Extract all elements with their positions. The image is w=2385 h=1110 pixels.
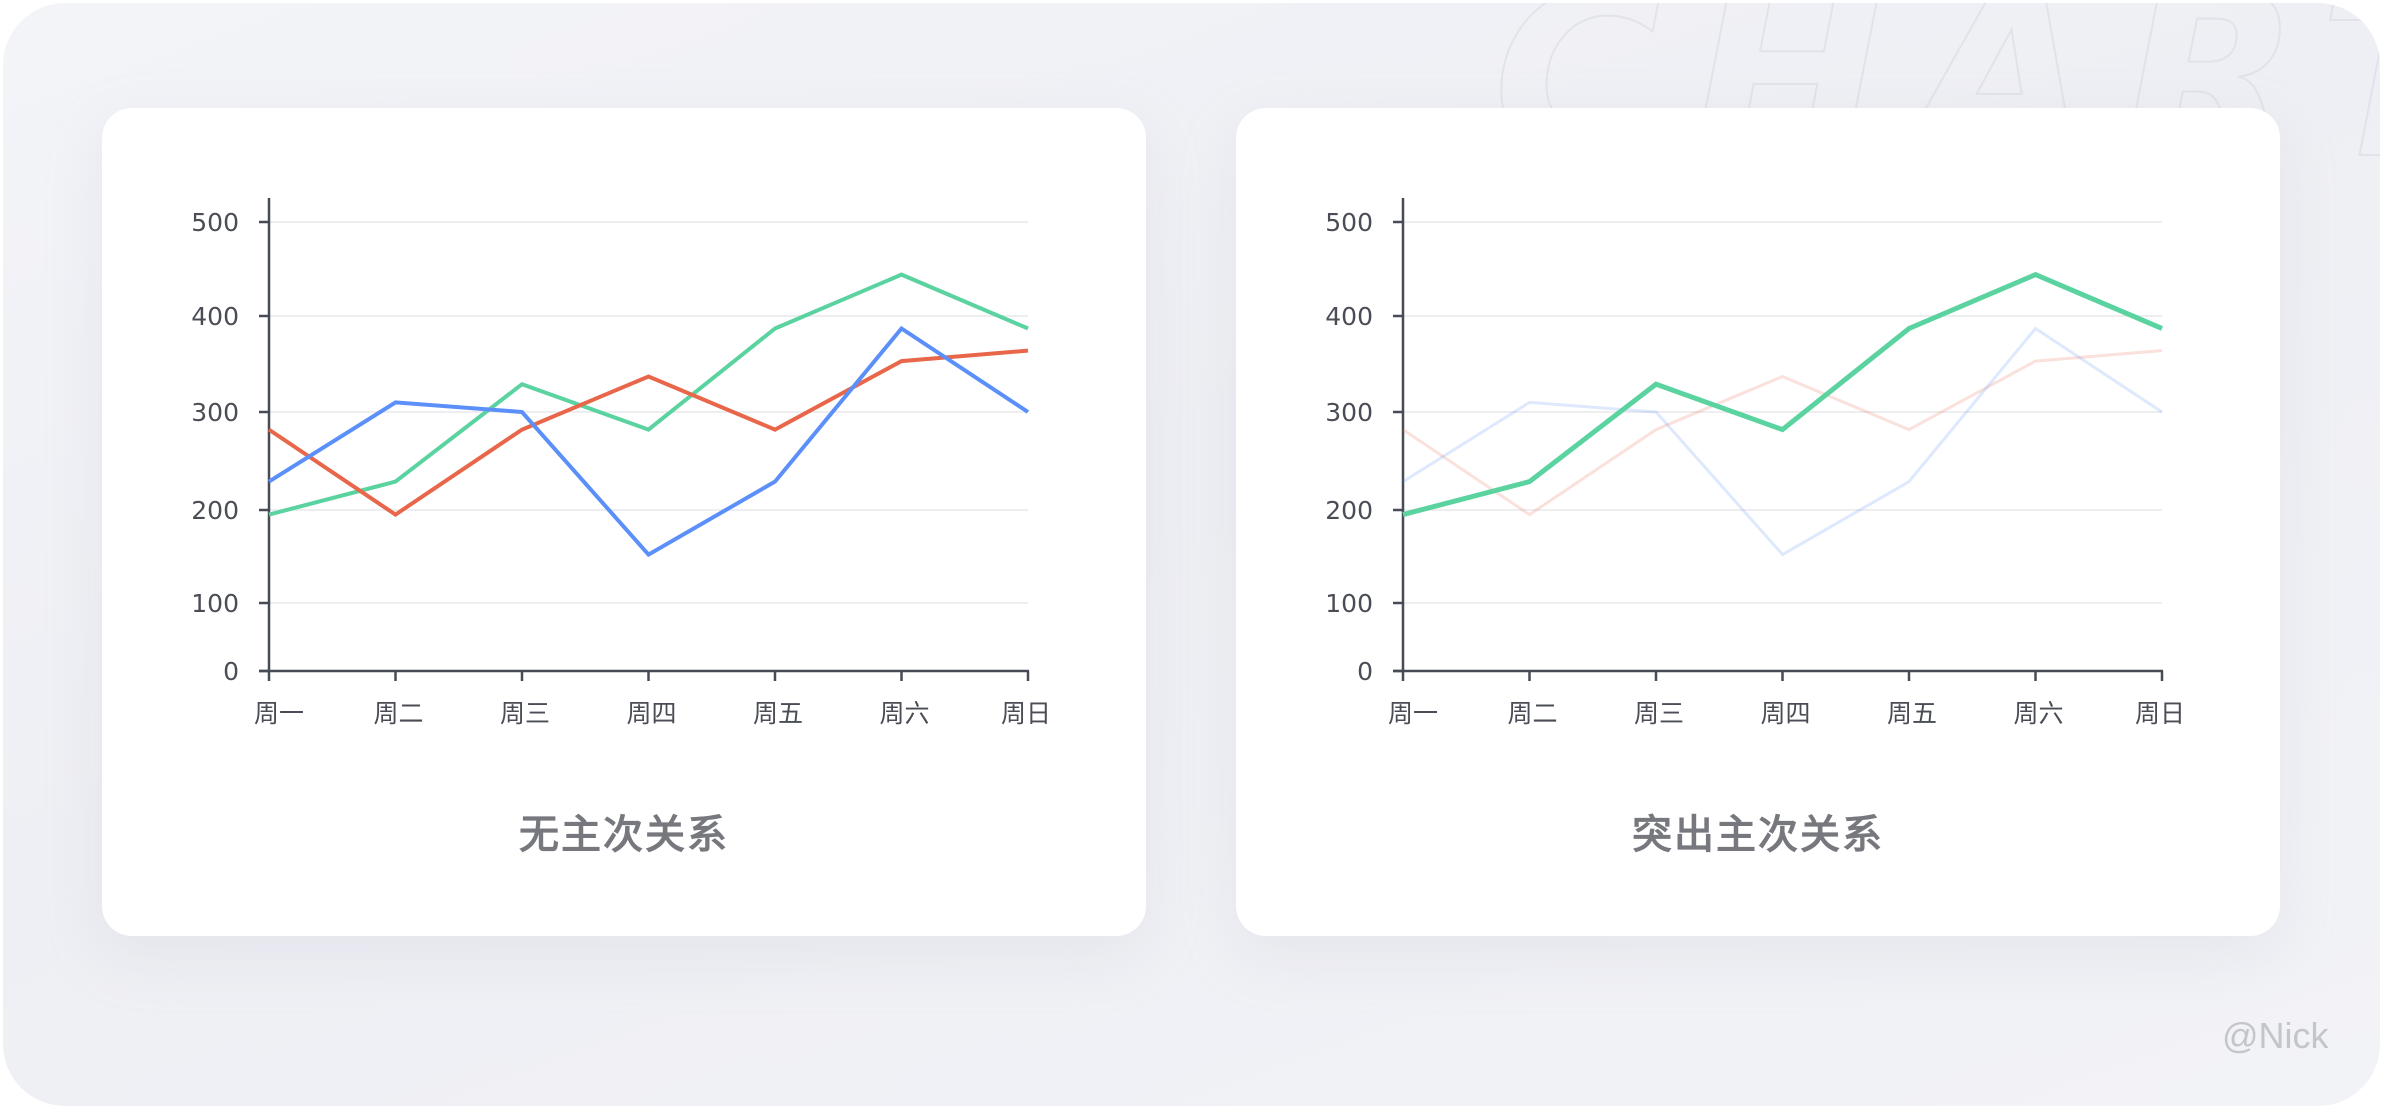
x-tick-label: 周二	[1507, 699, 1557, 728]
y-tick-label: 300	[191, 398, 239, 427]
y-tick-label: 0	[1357, 657, 1373, 686]
card-title: 无主次关系	[519, 812, 729, 858]
x-tick-label: 周一	[1388, 699, 1438, 728]
line-chart-highlight-hierarchy: 0 100 200 300 400 500 周一 周二 周三 周四 周五 周六 周日	[1325, 198, 2185, 728]
series-line-red	[1402, 349, 2163, 517]
y-tick-label: 100	[191, 589, 239, 618]
series-line-red	[267, 348, 1029, 518]
x-tick-label: 周三	[500, 699, 550, 728]
series-line-blue	[1402, 326, 2163, 557]
author-signature: @Nick	[2222, 1015, 2329, 1056]
x-tick-label: 周五	[1887, 699, 1937, 728]
y-tick-label: 500	[191, 208, 239, 237]
x-tick-label: 周五	[753, 699, 803, 728]
y-tick-label: 100	[1325, 589, 1373, 618]
series-line-green	[1402, 271, 2163, 518]
y-tick-label: 200	[191, 496, 239, 525]
y-tick-label: 0	[223, 657, 239, 686]
y-tick-label: 400	[1325, 302, 1373, 331]
y-tick-label: 500	[1325, 208, 1373, 237]
y-tick-label: 400	[191, 302, 239, 331]
x-tick-label: 周四	[1760, 699, 1810, 728]
y-tick-label: 300	[1325, 398, 1373, 427]
line-chart-no-hierarchy: 0 100 200 300 400 500 周一 周二 周三 周四 周五 周六 周日	[191, 198, 1051, 728]
x-tick-label: 周一	[254, 699, 304, 728]
x-tick-label: 周日	[1001, 699, 1051, 728]
series-line-green	[268, 272, 1029, 517]
chart-card-highlight-hierarchy: 0 100 200 300 400 500 周一 周二 周三 周四 周五 周六 周日 突出主次关系	[1236, 108, 2280, 936]
card-title: 突出主次关系	[1632, 812, 1884, 858]
x-tick-label: 周日	[2135, 699, 2185, 728]
y-tick-label: 200	[1325, 496, 1373, 525]
x-tick-label: 周四	[626, 699, 676, 728]
x-tick-label: 周六	[2013, 699, 2063, 728]
series-line-blue	[267, 325, 1030, 558]
x-tick-label: 周二	[373, 699, 423, 728]
x-tick-label: 周三	[1634, 699, 1684, 728]
chart-card-no-hierarchy: 0 100 200 300 400 500 周一 周二 周三 周四 周五 周六 周日 无主次关系	[102, 108, 1146, 936]
x-tick-label: 周六	[879, 699, 929, 728]
